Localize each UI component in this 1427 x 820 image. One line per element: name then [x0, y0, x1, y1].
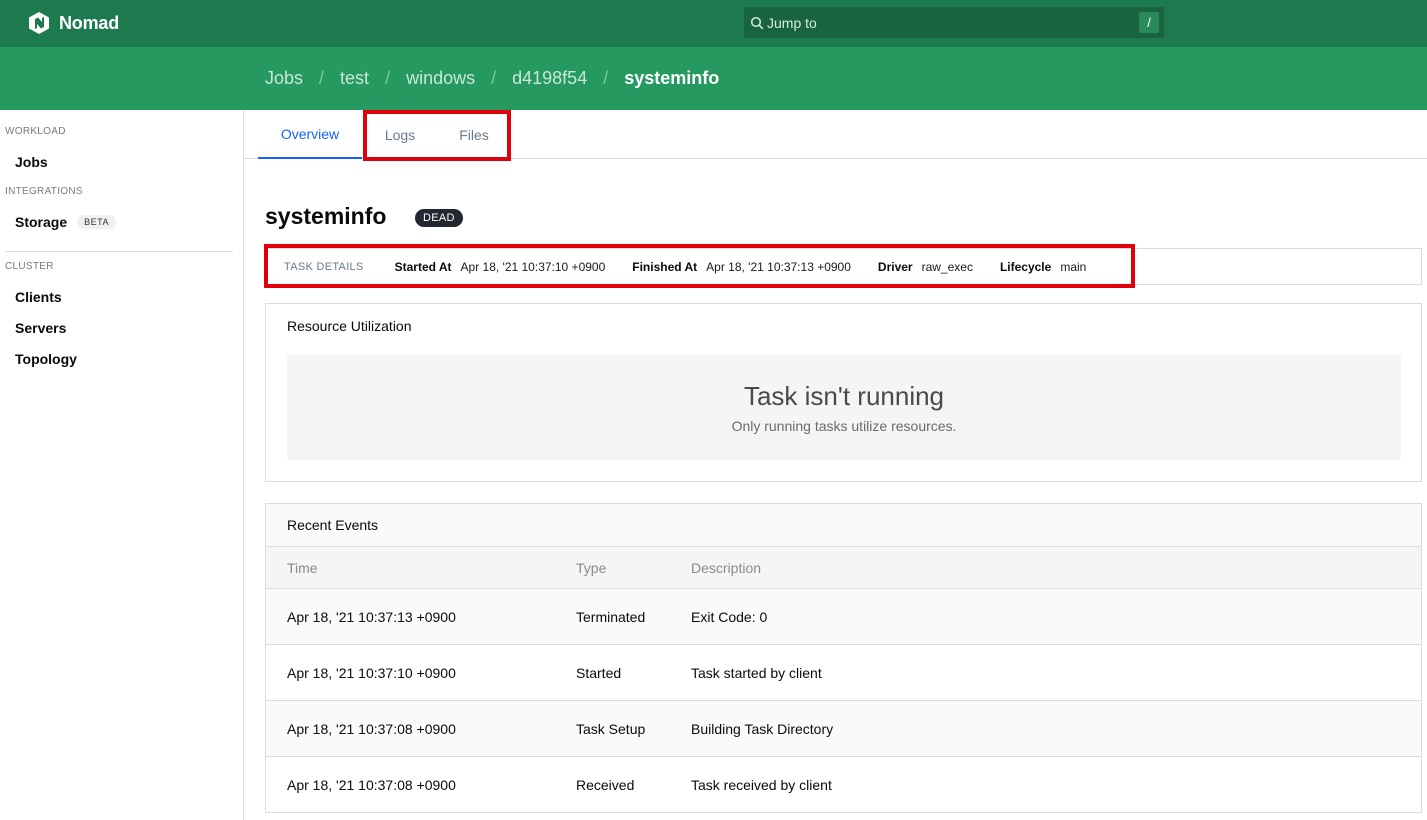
events-table-body: Apr 18, '21 10:37:13 +0900 Terminated Ex…	[266, 589, 1421, 813]
sidebar-item-topology[interactable]: Topology	[15, 351, 77, 367]
column-header-description: Description	[691, 559, 762, 576]
beta-badge: BETA	[77, 215, 116, 229]
sidebar-item-label: Servers	[15, 320, 67, 336]
sidebar-section-integrations: INTEGRATIONS	[5, 186, 83, 197]
breadcrumb-separator: /	[491, 68, 497, 88]
sidebar-item-storage[interactable]: Storage BETA	[15, 214, 116, 230]
breadcrumb-jobs[interactable]: Jobs	[265, 68, 303, 89]
table-row: Apr 18, '21 10:37:08 +0900 Task Setup Bu…	[266, 701, 1421, 757]
breadcrumb: Jobs / test / windows / d4198f54 / syste…	[265, 47, 719, 110]
sidebar-section-cluster: CLUSTER	[5, 261, 54, 272]
event-type: Started	[576, 664, 622, 681]
breadcrumb-separator: /	[603, 68, 609, 88]
status-badge: DEAD	[415, 209, 463, 227]
breadcrumb-separator: /	[385, 68, 391, 88]
sidebar-section-workload: WORKLOAD	[5, 126, 66, 137]
event-time: Apr 18, '21 10:37:08 +0900	[287, 776, 456, 793]
nomad-logo-link[interactable]: Nomad	[27, 11, 119, 35]
sidebar-divider	[5, 251, 233, 252]
sidebar-item-jobs[interactable]: Jobs	[15, 154, 48, 170]
recent-events-title: Recent Events	[266, 504, 1421, 547]
highlight-box-tabs	[363, 110, 511, 161]
search-icon	[750, 16, 764, 29]
nomad-logo-icon	[29, 12, 49, 34]
jump-to-search[interactable]: Jump to /	[744, 7, 1164, 38]
event-description: Building Task Directory	[691, 720, 834, 737]
sidebar-item-label: Clients	[15, 289, 62, 305]
breadcrumb-allocation[interactable]: d4198f54	[512, 68, 587, 89]
top-nav-bar: Nomad Jump to /	[0, 0, 1427, 47]
event-type: Terminated	[576, 608, 646, 625]
sidebar: WORKLOAD Jobs INTEGRATIONS Storage BETA …	[0, 110, 244, 820]
event-description: Task started by client	[691, 664, 822, 681]
search-placeholder: Jump to	[767, 14, 817, 31]
event-description: Task received by client	[691, 776, 832, 793]
table-row: Apr 18, '21 10:37:10 +0900 Started Task …	[266, 645, 1421, 701]
sidebar-item-label: Topology	[15, 351, 77, 367]
recent-events-panel: Recent Events Time Type Description Apr …	[265, 503, 1422, 813]
sidebar-item-servers[interactable]: Servers	[15, 320, 66, 336]
breadcrumb-job[interactable]: windows	[406, 68, 475, 89]
empty-state: Task isn't running Only running tasks ut…	[287, 355, 1401, 460]
brand-name: Nomad	[59, 12, 120, 33]
empty-state-message: Only running tasks utilize resources.	[731, 418, 957, 434]
breadcrumb-bar: Jobs / test / windows / d4198f54 / syste…	[0, 47, 1427, 110]
event-time: Apr 18, '21 10:37:10 +0900	[287, 664, 456, 681]
sidebar-item-label: Storage	[15, 214, 68, 230]
table-row: Apr 18, '21 10:37:08 +0900 Received Task…	[266, 757, 1421, 813]
column-header-time: Time	[287, 559, 318, 576]
resource-utilization-panel: Resource Utilization Task isn't running …	[265, 303, 1422, 482]
tab-overview[interactable]: Overview	[258, 110, 362, 159]
event-time: Apr 18, '21 10:37:13 +0900	[287, 608, 456, 625]
event-type: Received	[576, 776, 635, 793]
breadcrumb-task: systeminfo	[624, 68, 720, 88]
sidebar-item-label: Jobs	[15, 154, 48, 170]
resource-utilization-title: Resource Utilization	[287, 318, 412, 334]
events-table-header: Time Type Description	[266, 547, 1421, 589]
empty-state-heading: Task isn't running	[743, 381, 945, 411]
breadcrumb-namespace[interactable]: test	[340, 68, 369, 89]
column-header-type: Type	[576, 559, 607, 576]
search-shortcut-key: /	[1139, 12, 1159, 33]
sidebar-item-clients[interactable]: Clients	[15, 289, 62, 305]
breadcrumb-separator: /	[319, 68, 325, 88]
table-row: Apr 18, '21 10:37:13 +0900 Terminated Ex…	[266, 589, 1421, 645]
event-description: Exit Code: 0	[691, 608, 768, 625]
event-type: Task Setup	[576, 720, 646, 737]
highlight-box-details	[264, 244, 1135, 288]
event-time: Apr 18, '21 10:37:08 +0900	[287, 720, 456, 737]
page-title: systeminfo	[265, 203, 387, 229]
